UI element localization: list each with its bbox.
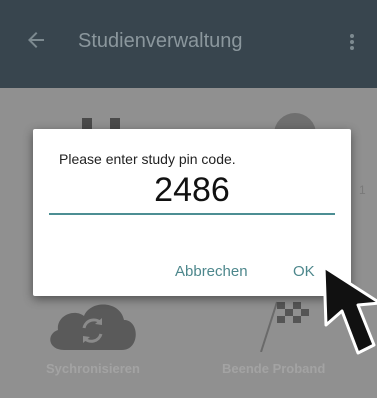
cloud-sync-icon[interactable] <box>44 298 140 350</box>
arrow-left-icon[interactable] <box>24 28 48 52</box>
dialog-message: Please enter study pin code. <box>59 151 236 167</box>
end-participant-label[interactable]: Beende Proband <box>222 361 325 376</box>
app-title: Studienverwaltung <box>78 30 243 52</box>
cancel-button[interactable]: Abbrechen <box>171 257 252 285</box>
sync-label[interactable]: Sychronisieren <box>46 361 140 376</box>
app-toolbar: Studienverwaltung <box>0 0 377 88</box>
pin-dialog: Please enter study pin code. Abbrechen O… <box>33 129 351 296</box>
checkered-flag-icon[interactable] <box>255 296 311 352</box>
pin-input[interactable] <box>49 167 335 215</box>
ok-button[interactable]: OK <box>289 257 319 285</box>
side-counter: 1 <box>359 183 366 197</box>
more-vert-icon[interactable] <box>344 30 360 54</box>
mouse-pointer-icon <box>322 265 377 355</box>
